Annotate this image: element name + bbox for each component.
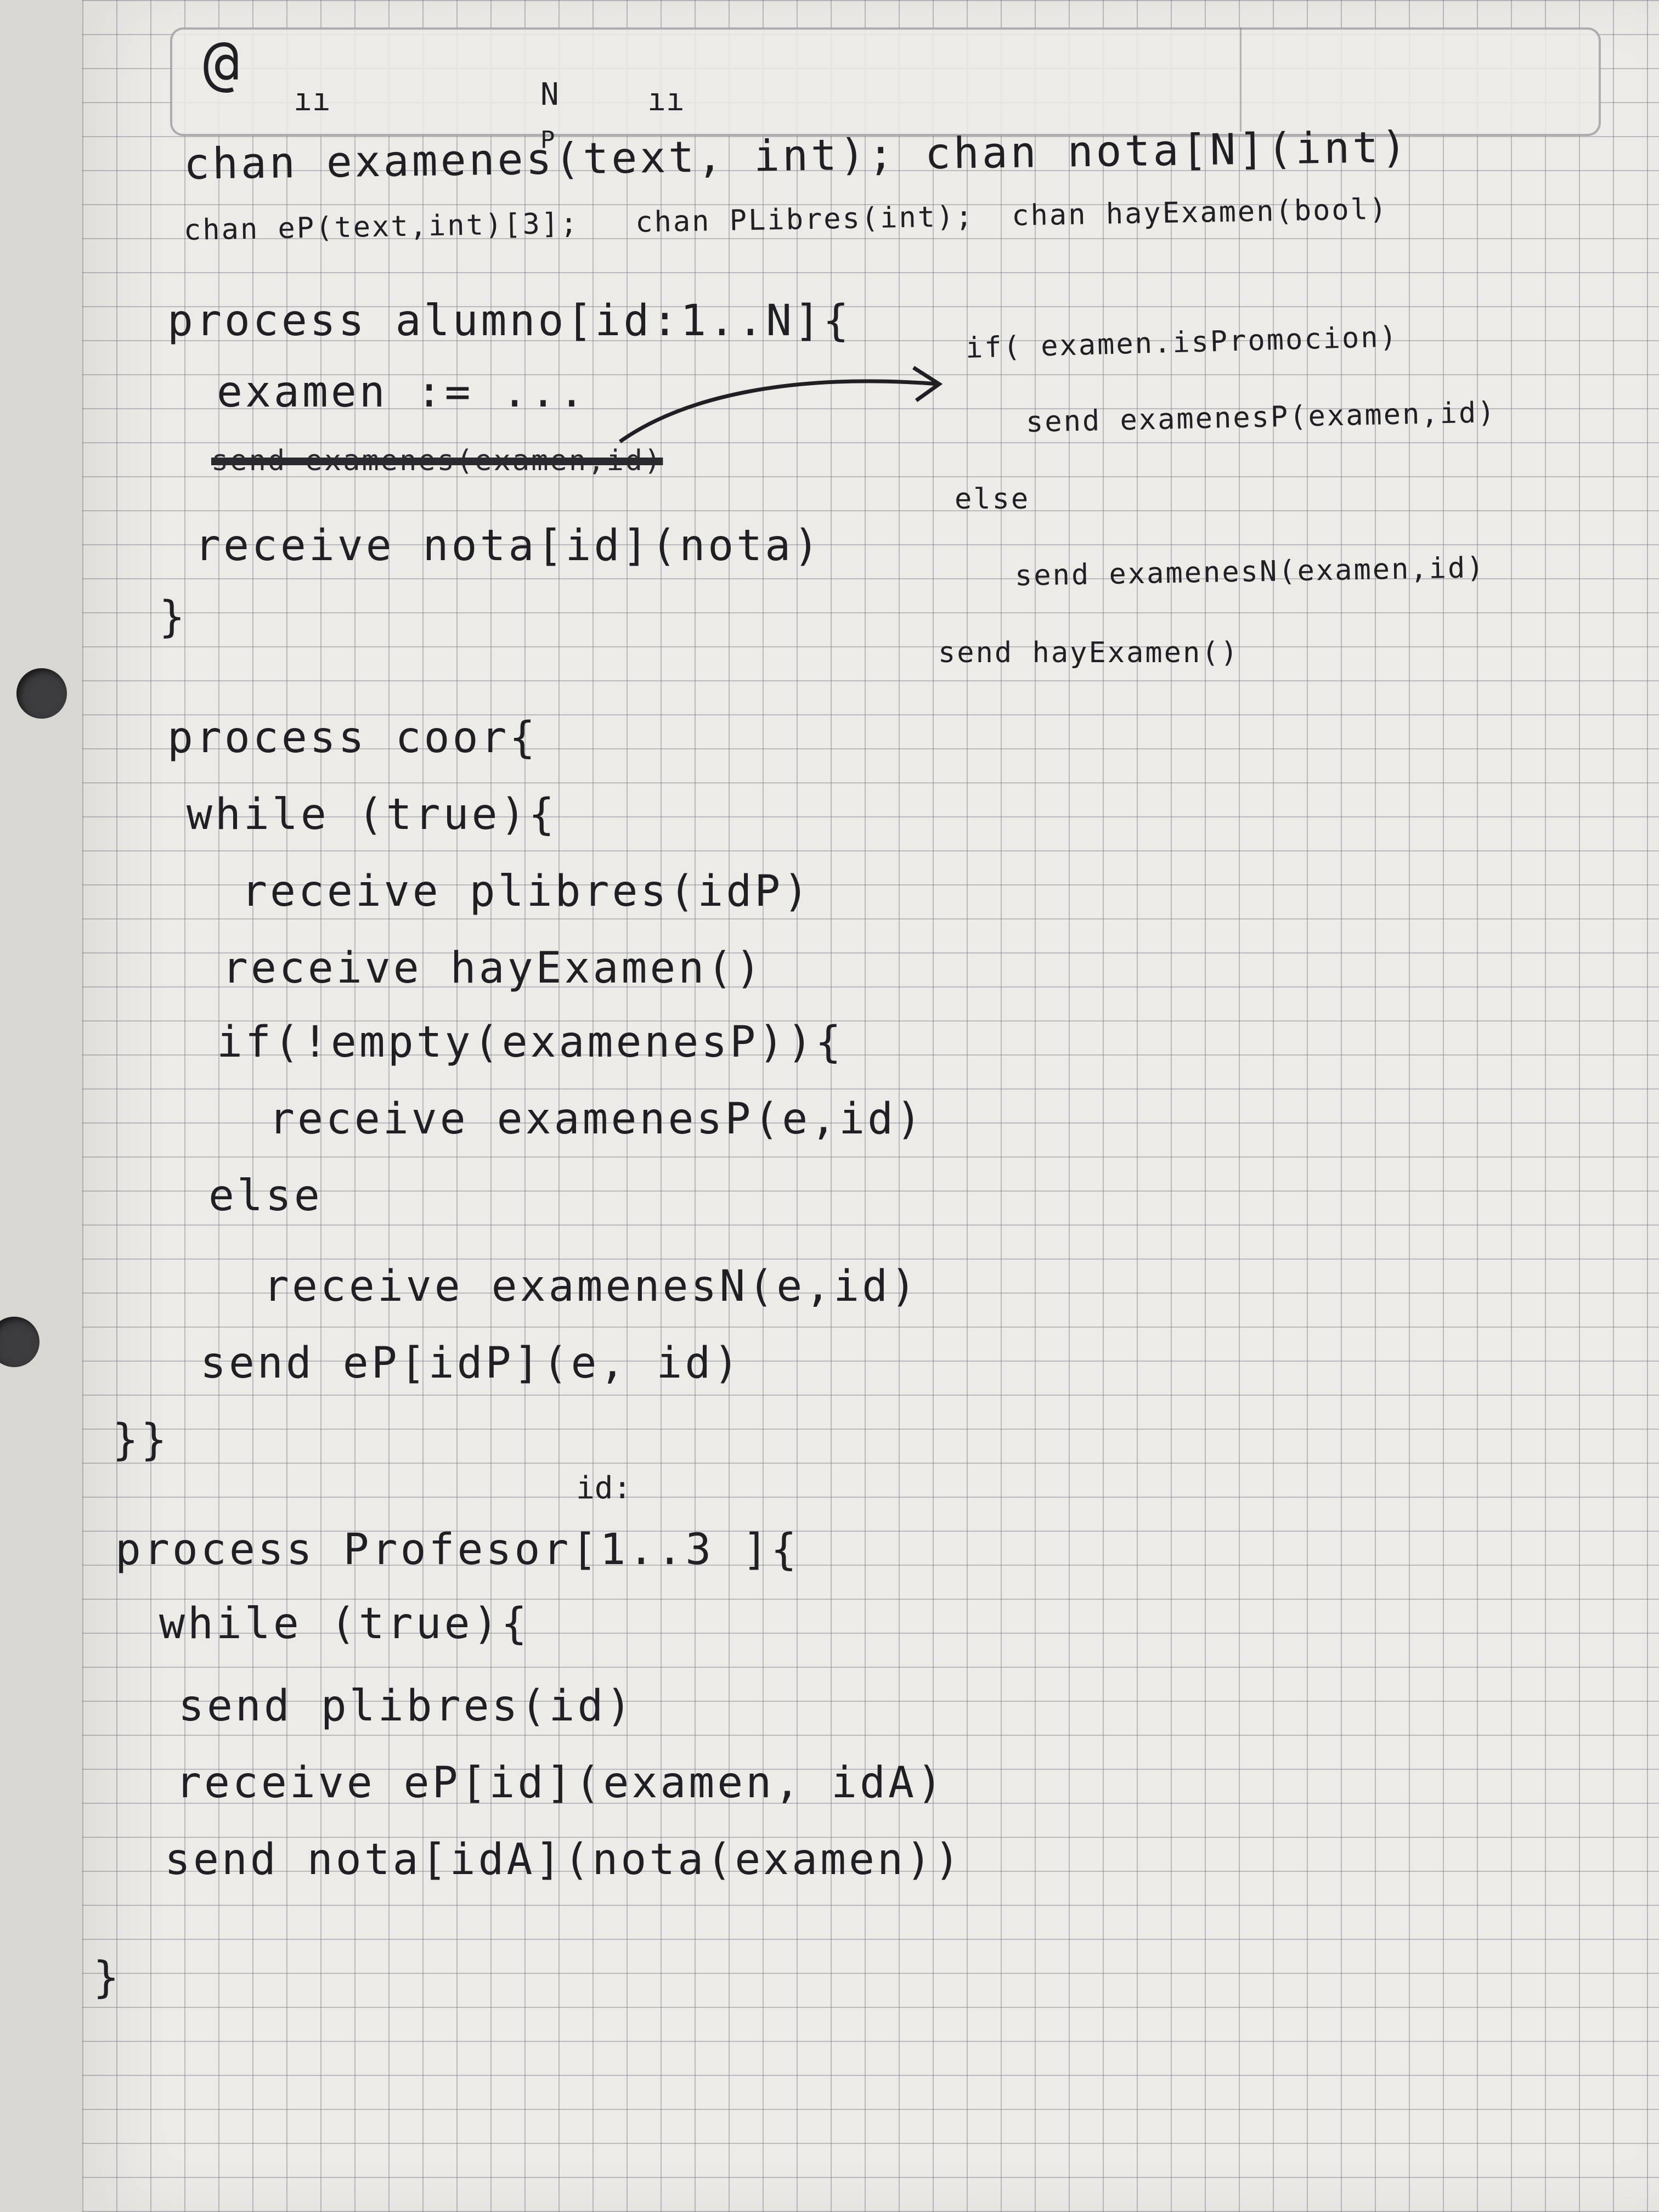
coor-line-6: else (208, 1171, 323, 1221)
header-box (170, 27, 1601, 136)
alumno-struck-line: send examenes(examen,id) (211, 444, 663, 477)
coor-line-1: while (true){ (187, 790, 557, 839)
header-mark-2: N (540, 77, 559, 112)
coor-line-2: receive plibres(idP) (241, 867, 812, 916)
coor-line-4: if(!empty(examenesP)){ (217, 1018, 844, 1067)
profesor-line-2: send plibres(id) (178, 1681, 635, 1731)
coor-line-5: receive examenesP(e,id) (269, 1094, 925, 1144)
profesor-line-1: while (true){ (159, 1599, 530, 1649)
header-divider (1240, 27, 1242, 132)
profesor-line-3: receive eP[id](examen, idA) (176, 1758, 945, 1808)
coor-line-7: receive examenesN(e,id) (263, 1262, 919, 1311)
header-mark-1: ıı (294, 82, 331, 118)
header-doodle: @ (203, 27, 240, 98)
alumno-line-2: receive nota[id](nota) (195, 521, 822, 571)
profesor-process-header: process Profesor[1..3 ]{ (115, 1525, 800, 1575)
coor-close: }} (112, 1415, 170, 1465)
profesor-id-note: id: (576, 1470, 632, 1506)
alumno-process-header: process alumno[id:1..N]{ (167, 296, 852, 346)
coor-line-8: send eP[idP](e, id) (200, 1339, 742, 1388)
side-note-line-5: send hayExamen() (938, 636, 1239, 669)
binder-hole-bottom (0, 1317, 40, 1367)
coor-line-3: receive hayExamen() (222, 944, 764, 993)
coor-process-header: process coor{ (167, 713, 538, 763)
alumno-close: } (159, 592, 188, 642)
profesor-line-4: send nota[idA](nota(examen)) (165, 1835, 963, 1884)
header-mark-4: ıı (647, 82, 685, 118)
side-note-line-3: else (955, 483, 1030, 516)
alumno-line-1: examen := ... (217, 368, 588, 417)
profesor-close: } (93, 1953, 122, 2002)
binder-hole-top (16, 668, 67, 719)
